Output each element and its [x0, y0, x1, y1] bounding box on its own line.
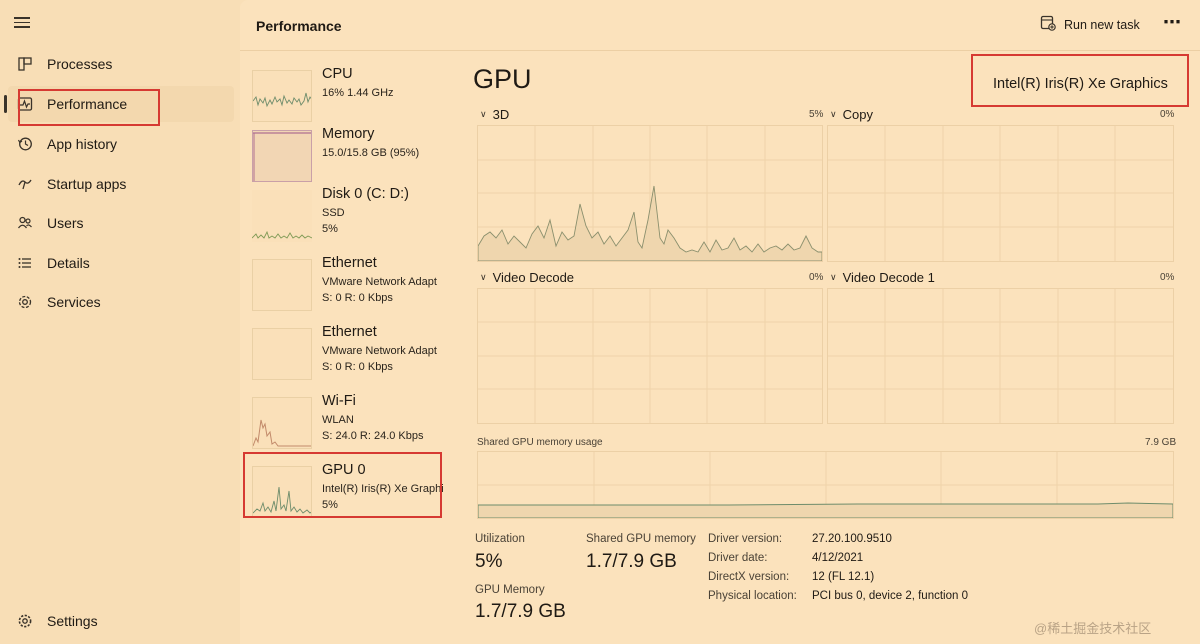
driver-date-value: 4/12/2021 [812, 552, 864, 564]
header-divider [240, 50, 1200, 51]
graph-selector-copy[interactable]: ∨ Copy [830, 107, 873, 122]
graph-video-decode [477, 288, 823, 424]
app-history-icon [14, 133, 36, 155]
physical-location-value: PCI bus 0, device 2, function 0 [812, 590, 968, 602]
graph-label: Video Decode 1 [842, 270, 935, 285]
highlight-box-gpu-model [971, 54, 1189, 107]
graph-selector-video-decode-1[interactable]: ∨ Video Decode 1 [830, 270, 935, 285]
driver-version-value: 27.20.100.9510 [812, 533, 892, 545]
nav-item-label: Details [47, 255, 90, 271]
device-name: CPU [322, 66, 353, 82]
directx-version-value: 12 (FL 12.1) [812, 571, 875, 583]
utilization-label: Utilization [475, 533, 525, 545]
device-item-cpu[interactable]: CPU 16% 1.44 GHz [250, 66, 445, 130]
graph-label: 3D [492, 107, 510, 122]
driver-version-label: Driver version: [708, 533, 783, 545]
services-icon [14, 291, 36, 313]
highlight-box-gpu [243, 452, 442, 518]
graph-shared-memory [477, 451, 1174, 519]
gpu-memory-value: 1.7/7.9 GB [475, 601, 566, 622]
device-item-wifi[interactable]: Wi-Fi WLAN S: 24.0 R: 24.0 Kbps [250, 393, 445, 457]
chevron-down-icon: ∨ [480, 272, 487, 282]
device-detail: 16% 1.44 GHz [322, 87, 394, 99]
chevron-down-icon: ∨ [830, 272, 837, 282]
graph-copy [827, 125, 1174, 262]
device-name: Memory [322, 126, 375, 142]
gpu-title: GPU [473, 64, 532, 94]
device-thumbnail [252, 190, 312, 242]
run-new-task-label: Run new task [1064, 17, 1140, 32]
nav-item-label: Startup apps [47, 176, 127, 192]
graph-3d [477, 125, 823, 262]
gpu-memory-label: GPU Memory [475, 584, 545, 596]
watermark: @稀土掘金技术社区 [1034, 621, 1152, 636]
page-title: Performance [256, 18, 342, 34]
nav-item-services[interactable]: Services [8, 284, 234, 320]
run-new-task-button[interactable]: Run new task [1040, 15, 1140, 34]
nav-item-label: Users [47, 215, 84, 231]
device-detail: WLAN [322, 414, 354, 426]
device-detail: VMware Network Adapt [322, 345, 437, 357]
shared-memory-graph-label: Shared GPU memory usage [477, 437, 603, 448]
graph-label: Copy [842, 107, 873, 122]
driver-date-label: Driver date: [708, 552, 768, 564]
device-detail: 5% [322, 223, 338, 235]
device-detail: 15.0/15.8 GB (95%) [322, 147, 420, 159]
graph-percent: 0% [1160, 272, 1175, 283]
device-thumbnail [252, 328, 312, 380]
nav-item-users[interactable]: Users [8, 205, 234, 241]
active-indicator [4, 95, 7, 113]
device-thumbnail [252, 130, 312, 182]
graph-label: Video Decode [492, 270, 575, 285]
device-name: Ethernet [322, 255, 377, 271]
device-item-disk[interactable]: Disk 0 (C: D:) SSD 5% [250, 186, 445, 250]
device-thumbnail [252, 397, 312, 449]
device-item-ethernet-1[interactable]: Ethernet VMware Network Adapt S: 0 R: 0 … [250, 255, 445, 319]
device-item-memory[interactable]: Memory 15.0/15.8 GB (95%) [250, 126, 445, 190]
nav-item-label: App history [47, 136, 118, 152]
graph-selector-3d[interactable]: ∨ 3D [480, 107, 509, 122]
run-task-icon [1040, 15, 1056, 34]
device-name: Wi-Fi [322, 393, 356, 409]
nav-item-label: Services [47, 294, 101, 310]
device-item-ethernet-2[interactable]: Ethernet VMware Network Adapt S: 0 R: 0 … [250, 324, 445, 388]
graph-selector-video-decode[interactable]: ∨ Video Decode [480, 270, 574, 285]
device-detail: S: 0 R: 0 Kbps [322, 361, 393, 373]
highlight-box-performance [18, 89, 160, 126]
device-detail: S: 24.0 R: 24.0 Kbps [322, 430, 424, 442]
nav-item-processes[interactable]: Processes [8, 46, 234, 82]
nav-item-label: Processes [47, 56, 113, 72]
nav-item-startup-apps[interactable]: Startup apps [8, 166, 234, 202]
gear-icon [14, 610, 36, 632]
chevron-down-icon: ∨ [480, 109, 487, 119]
nav-item-settings[interactable]: Settings [8, 603, 234, 639]
graph-percent: 0% [1160, 109, 1175, 120]
device-name: Disk 0 (C: D:) [322, 186, 409, 202]
shared-gpu-memory-label: Shared GPU memory [586, 533, 696, 545]
shared-gpu-memory-value: 1.7/7.9 GB [586, 551, 677, 572]
nav-item-label: Settings [47, 613, 98, 629]
device-detail: VMware Network Adapt [322, 276, 437, 288]
graph-percent: 0% [809, 272, 824, 283]
device-thumbnail [252, 259, 312, 311]
nav-item-details[interactable]: Details [8, 245, 234, 281]
device-detail: SSD [322, 207, 345, 219]
chevron-down-icon: ∨ [830, 109, 837, 119]
device-thumbnail [252, 70, 312, 122]
directx-version-label: DirectX version: [708, 571, 790, 583]
details-icon [14, 252, 36, 274]
device-detail: S: 0 R: 0 Kbps [322, 292, 393, 304]
nav-item-app-history[interactable]: App history [8, 126, 234, 162]
graph-video-decode-1 [827, 288, 1174, 424]
startup-apps-icon [14, 173, 36, 195]
more-options-icon[interactable]: ⋯ [1163, 12, 1182, 33]
shared-memory-graph-max: 7.9 GB [1145, 437, 1177, 448]
users-icon [14, 212, 36, 234]
hamburger-menu-icon[interactable] [14, 14, 34, 32]
physical-location-label: Physical location: [708, 590, 797, 602]
graph-percent: 5% [809, 109, 824, 120]
utilization-value: 5% [475, 551, 503, 572]
processes-icon [14, 53, 36, 75]
device-name: Ethernet [322, 324, 377, 340]
